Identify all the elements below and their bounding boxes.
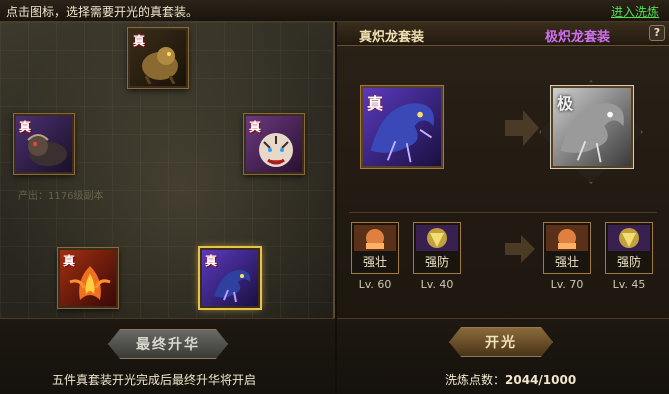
open-light-section: 开光 洗炼点数：2044/1000	[337, 318, 669, 394]
skill-name: 强防	[424, 255, 449, 269]
strength-icon	[546, 225, 588, 251]
target-set-title: 极炽龙套装	[545, 30, 611, 45]
faded-source-text: 产出：1176级副本	[18, 191, 104, 202]
defense-icon	[608, 225, 650, 251]
section-divider	[349, 212, 657, 213]
defense-icon	[416, 225, 458, 251]
equipment-selection-panel: 产出：1176级副本 真 真 真 真 真 最终升华 五件真套装开光完成后最终升华…	[0, 22, 335, 394]
strength-icon	[354, 225, 396, 251]
equipment-slot-blue-dragon[interactable]: 真	[200, 248, 260, 308]
current-set-title: 真炽龙套装	[359, 30, 425, 45]
skill-level: Lv. 40	[420, 278, 454, 291]
preview-header: 真炽龙套装 极炽龙套装 ?	[337, 22, 669, 46]
open-light-button[interactable]: 开光	[449, 327, 553, 357]
refine-points-value: 2044/1000	[505, 373, 577, 387]
skill-name: 强防	[616, 255, 641, 269]
upgrade-arrow-icon	[505, 110, 539, 146]
white-tiger-icon	[259, 133, 293, 167]
fire-phoenix-icon	[69, 266, 111, 300]
skill-upgrade-arrow-icon	[505, 235, 535, 263]
enter-refine-link[interactable]: 进入洗炼	[611, 3, 659, 20]
skill-level: Lv. 45	[612, 278, 646, 291]
help-button[interactable]: ?	[649, 25, 665, 41]
upgrade-preview-panel: 真炽龙套装 极炽龙套装 ? 真 极 强壮 Lv. 60 强防 Lv. 40 强壮…	[337, 22, 669, 394]
skill-defense-before[interactable]: 强防	[413, 222, 461, 274]
final-sublimation-button[interactable]: 最终升华	[108, 329, 228, 359]
refine-points: 洗炼点数：2044/1000	[445, 371, 576, 388]
final-upgrade-section: 最终升华 五件真套装开光完成后最终升华将开启	[0, 318, 335, 394]
current-set-icon: 真	[361, 86, 443, 168]
equipment-slot-dark-lion[interactable]: 真	[14, 114, 74, 174]
target-set-icon: 极	[551, 86, 633, 168]
skill-name: 强壮	[554, 255, 579, 269]
blue-dragon-icon	[370, 103, 434, 163]
equipment-slot-white-tiger[interactable]: 真	[244, 114, 304, 174]
final-upgrade-note: 五件真套装开光完成后最终升华将开启	[52, 373, 257, 387]
skill-name: 强壮	[362, 255, 387, 269]
grey-dragon-icon	[560, 103, 624, 163]
instruction-text: 点击图标，选择需要开光的真套装。	[6, 5, 199, 19]
equipment-slot-golden-beast[interactable]: 真	[128, 28, 188, 88]
skill-level: Lv. 60	[358, 278, 392, 291]
dark-lion-icon	[27, 134, 67, 166]
top-bar: 点击图标，选择需要开光的真套装。 进入洗炼	[0, 0, 669, 22]
skill-strength-after[interactable]: 强壮	[543, 222, 591, 274]
skill-defense-after[interactable]: 强防	[605, 222, 653, 274]
refine-points-label: 洗炼点数：	[445, 373, 506, 387]
blue-dragon-icon	[214, 270, 251, 303]
skill-strength-before[interactable]: 强壮	[351, 222, 399, 274]
golden-beast-icon	[142, 47, 178, 84]
skill-level: Lv. 70	[550, 278, 584, 291]
equipment-slot-fire-phoenix[interactable]: 真	[58, 248, 118, 308]
